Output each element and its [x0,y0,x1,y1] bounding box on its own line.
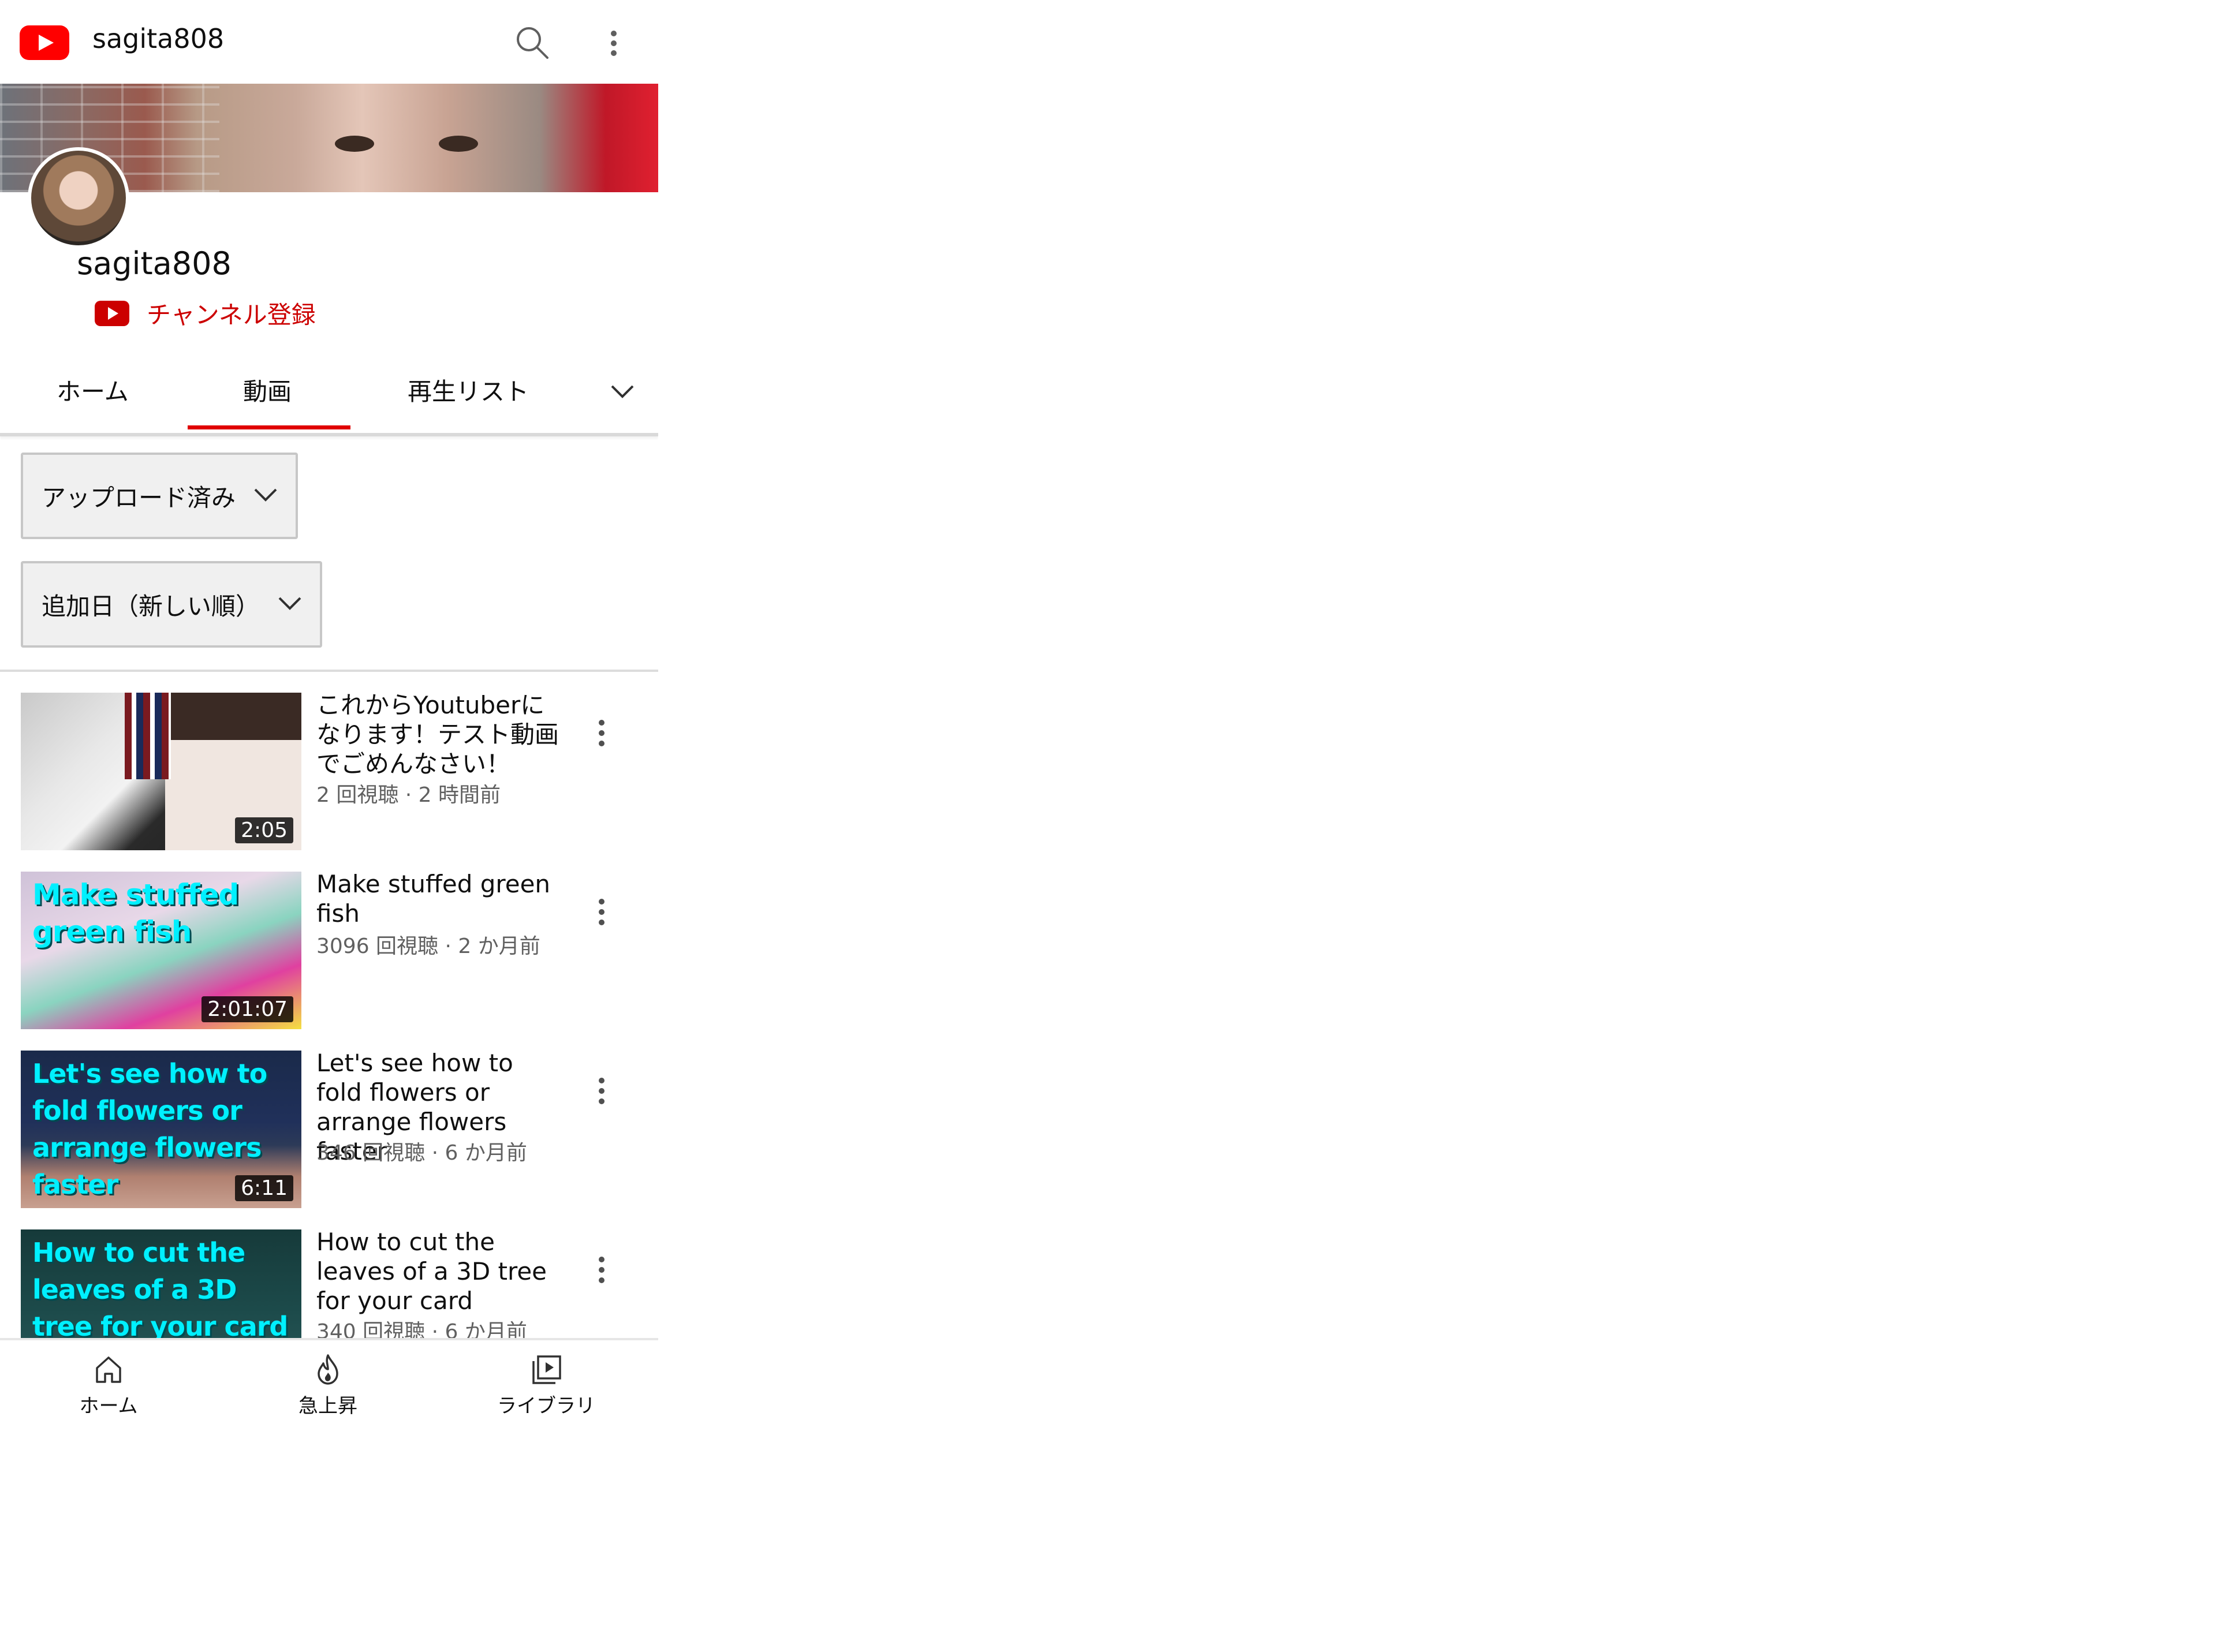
more-vert-icon[interactable] [589,1253,614,1287]
tab-playlists[interactable]: 再生リスト [408,372,529,408]
upload-filter-value: アップロード済み [42,483,236,512]
more-vert-icon[interactable] [598,23,630,63]
subscribe-label: チャンネル登録 [147,301,316,329]
video-meta: 3096 回視聴 · 2 か月前 [316,935,540,958]
video-duration: 6:11 [235,1175,293,1201]
active-tab-indicator [188,425,350,429]
upload-filter-dropdown[interactable]: アップロード済み [21,453,298,539]
video-list-item[interactable]: Let's see how to fold flowers or arrange… [0,1049,658,1212]
nav-trending-label: 急上昇 [298,1395,357,1418]
banner-decoration [439,136,478,152]
channel-avatar[interactable] [28,147,129,249]
youtube-play-icon [95,300,129,326]
bottom-navigation: ホーム 急上昇 ライブラリ [0,1338,658,1420]
video-list-item[interactable]: 2:05 これからYoutuberになります！テスト動画でごめんなさい！ 2 回… [0,690,658,854]
sort-value: 追加日（新しい順） [42,592,260,621]
video-title[interactable]: How to cut the leaves of a 3D tree for y… [316,1229,565,1315]
library-icon [532,1355,561,1384]
video-thumbnail[interactable]: Let's see how to fold flowers or arrange… [21,1051,301,1208]
chevron-down-icon [278,597,301,610]
nav-library-label: ライブラリ [497,1395,595,1418]
home-icon [96,1356,121,1383]
nav-home-label: ホーム [79,1395,138,1418]
video-list-item[interactable]: Make stuffed green fish 2:01:07 Make stu… [0,869,658,1033]
youtube-app: sagita808 sagita808 チャンネル登録 ホーム 動画 再生リスト [0,0,658,1420]
video-duration: 2:05 [235,817,293,843]
more-vert-icon[interactable] [589,1074,614,1108]
more-vert-icon[interactable] [589,895,614,929]
nav-trending[interactable]: 急上昇 [253,1352,403,1418]
app-bar-title: sagita808 [92,23,225,54]
thumbnail-image [125,693,171,779]
chevron-down-icon [254,488,277,502]
divider [0,670,658,672]
nav-home[interactable]: ホーム [33,1352,184,1418]
youtube-logo-icon[interactable] [20,25,69,60]
video-meta: 2 回視聴 · 2 時間前 [316,783,501,807]
banner-decoration [335,136,374,152]
chevron-down-icon[interactable] [605,377,640,406]
nav-library[interactable]: ライブラリ [471,1352,621,1418]
thumbnail-caption: Make stuffed green fish [32,878,239,948]
video-thumbnail[interactable]: Make stuffed green fish 2:01:07 [21,872,301,1029]
top-app-bar: sagita808 [0,0,658,84]
video-duration: 2:01:07 [201,996,293,1022]
tab-home[interactable]: ホーム [57,372,129,408]
search-icon[interactable] [513,23,553,63]
video-thumbnail[interactable]: 2:05 [21,693,301,850]
video-thumbnail[interactable]: How to cut the leaves of a 3D tree for y… [21,1229,301,1338]
video-list-item[interactable]: How to cut the leaves of a 3D tree for y… [0,1229,658,1338]
subscribe-button[interactable]: チャンネル登録 [95,296,316,331]
more-vert-icon[interactable] [589,716,614,750]
sort-dropdown[interactable]: 追加日（新しい順） [21,561,322,648]
channel-tabs: ホーム 動画 再生リスト [0,349,658,436]
tab-videos[interactable]: 動画 [243,372,292,408]
trending-flame-icon [318,1354,338,1385]
video-title[interactable]: Make stuffed green fish [316,869,565,928]
channel-name: sagita808 [77,245,232,282]
video-meta: 340 回視聴 · 6 か月前 [316,1320,527,1338]
video-title[interactable]: これからYoutuberになります！テスト動画でごめんなさい！ [316,690,565,779]
video-meta: 346 回視聴 · 6 か月前 [316,1141,527,1165]
thumbnail-caption: How to cut the leaves of a 3D tree for y… [32,1237,288,1338]
